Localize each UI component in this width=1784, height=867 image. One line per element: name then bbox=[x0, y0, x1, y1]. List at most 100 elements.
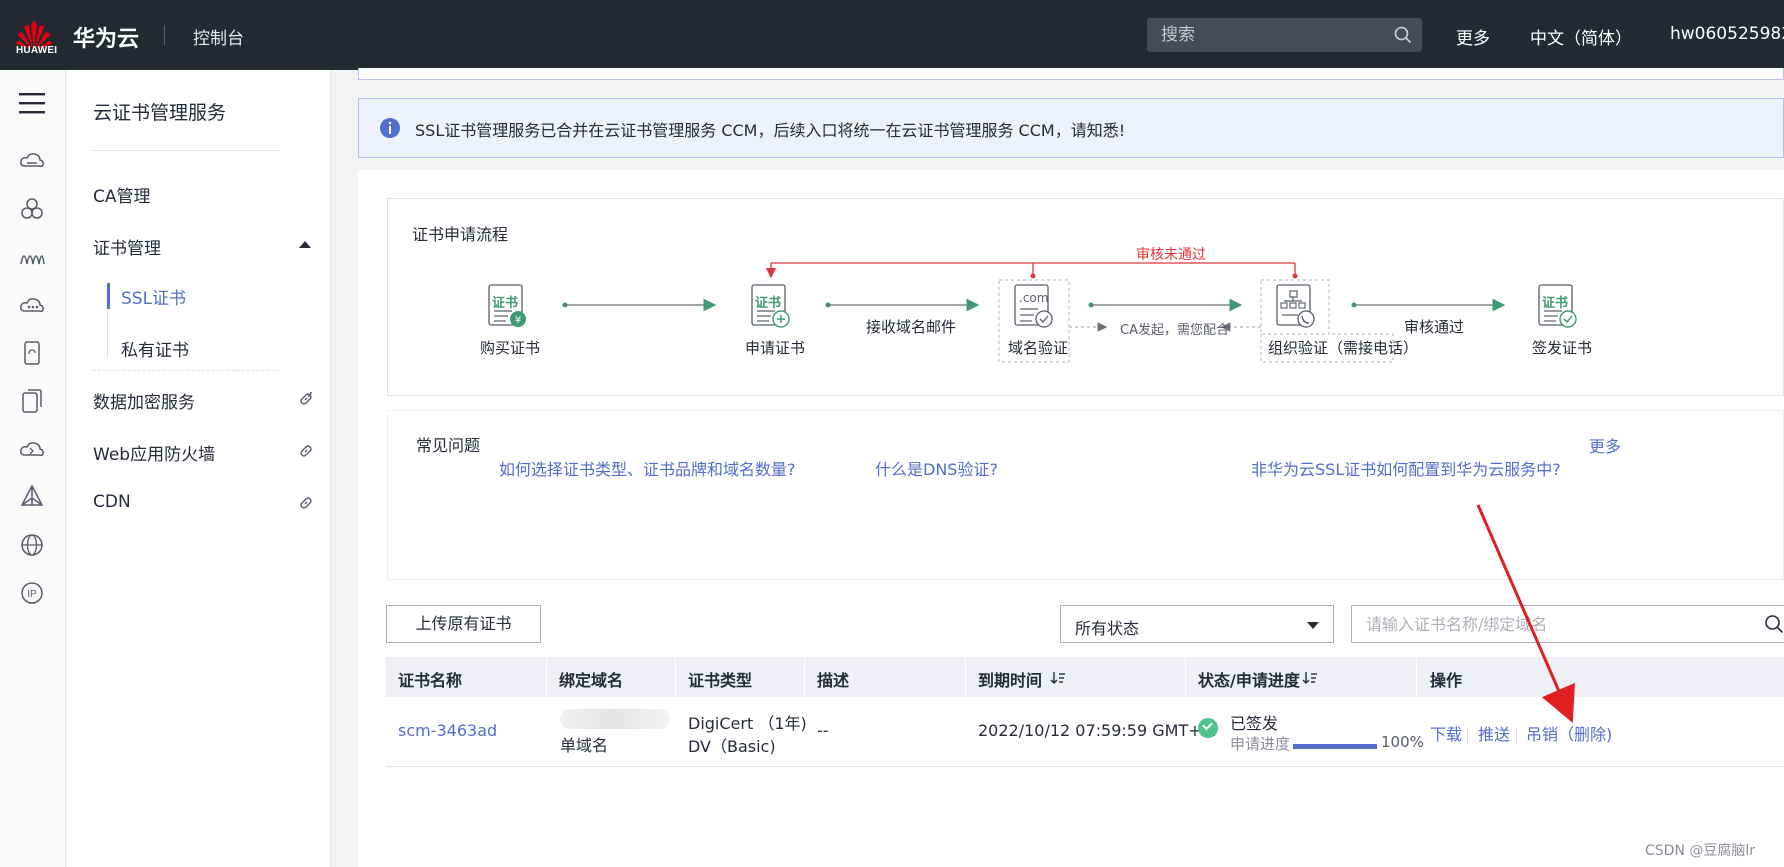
upload-cert-button[interactable]: 上传原有证书 bbox=[386, 605, 541, 643]
col-divider bbox=[546, 657, 547, 697]
sort-icon[interactable] bbox=[1302, 670, 1318, 686]
col-cert-name: 证书名称 bbox=[398, 671, 463, 690]
console-link[interactable]: 控制台 bbox=[193, 24, 244, 49]
main-content: SSL证书管理服务已合并在云证书管理服务 CCM，后续入口将统一在云证书管理服务… bbox=[331, 68, 1784, 867]
top-more-menu[interactable]: 更多 bbox=[1456, 24, 1490, 49]
submenu-line bbox=[107, 310, 108, 358]
nav-item-ssl-cert[interactable]: SSL证书 bbox=[121, 284, 186, 309]
cluster-icon[interactable] bbox=[19, 196, 45, 222]
step-domain-label: 域名验证 bbox=[1008, 339, 1069, 357]
col-expiry[interactable]: 到期时间 bbox=[978, 667, 1042, 691]
domain-type: 单域名 bbox=[560, 736, 609, 755]
step-apply-label: 申请证书 bbox=[745, 339, 806, 357]
faq-section: 常见问题 如何选择证书类型、证书品牌和域名数量? 什么是DNS验证? 非华为云S… bbox=[387, 410, 1784, 580]
com-icon-label: .com bbox=[1019, 291, 1049, 305]
user-account[interactable]: hw060525982 bbox=[1670, 24, 1784, 44]
faq-more-link[interactable]: 更多 bbox=[1589, 433, 1621, 457]
step-org-label: 组织验证（需接电话） bbox=[1268, 339, 1419, 357]
sort-icon[interactable] bbox=[1050, 670, 1066, 686]
cert-icon-label: 证书 bbox=[1542, 296, 1569, 311]
cert-expiry: 2022/10/12 07:59:59 GMT+... bbox=[978, 721, 1217, 740]
watermark: CSDN @豆腐脑lr bbox=[1645, 843, 1756, 859]
language-switcher[interactable]: 中文（简体） bbox=[1530, 24, 1632, 49]
network-icon[interactable] bbox=[19, 244, 45, 270]
col-divider bbox=[675, 657, 676, 697]
progress-bar bbox=[1293, 744, 1377, 749]
menu-icon[interactable] bbox=[19, 92, 45, 114]
cloud-storage-icon[interactable] bbox=[19, 292, 45, 318]
col-ops: 操作 bbox=[1430, 671, 1463, 690]
faq-link-dns[interactable]: 什么是DNS验证? bbox=[875, 456, 998, 480]
notice-text: SSL证书管理服务已合并在云证书管理服务 CCM，后续入口将统一在云证书管理服务… bbox=[415, 121, 1126, 140]
progress-fill bbox=[1293, 744, 1377, 749]
caret-up-icon[interactable] bbox=[299, 241, 311, 248]
cert-name-link[interactable]: scm-3463ad bbox=[398, 721, 497, 740]
status-filter-select[interactable]: 所有状态 bbox=[1060, 605, 1334, 643]
col-domain: 绑定域名 bbox=[559, 671, 624, 690]
copy-device-icon[interactable] bbox=[19, 388, 45, 414]
op-divider bbox=[1516, 728, 1517, 744]
col-cert-type: 证书类型 bbox=[688, 671, 753, 690]
arrow-email-label: 接收域名邮件 bbox=[866, 318, 957, 336]
nav-item-waf[interactable]: Web应用防火墙 bbox=[93, 440, 215, 465]
brand-name[interactable]: 华为云 bbox=[73, 21, 139, 53]
cert-icon-label: 证书 bbox=[492, 296, 519, 311]
svg-text:IP: IP bbox=[27, 589, 37, 600]
globe-icon[interactable] bbox=[19, 532, 45, 558]
service-title: 云证书管理服务 bbox=[93, 102, 227, 124]
active-indicator bbox=[107, 283, 110, 309]
arrow-apply-domain bbox=[825, 298, 980, 312]
phone-icon[interactable] bbox=[19, 340, 45, 366]
cloud-server-icon[interactable] bbox=[19, 148, 45, 174]
nav-item-cdn[interactable]: CDN bbox=[93, 492, 131, 512]
push-button[interactable]: 推送 bbox=[1478, 721, 1510, 745]
faq-title: 常见问题 bbox=[416, 436, 481, 455]
search-icon[interactable] bbox=[1394, 26, 1412, 44]
arrow-buy-apply bbox=[562, 298, 717, 312]
status-filter-value: 所有状态 bbox=[1075, 619, 1140, 638]
link-icon[interactable] bbox=[299, 444, 313, 458]
sidenav-divider bbox=[93, 150, 279, 151]
info-icon bbox=[380, 118, 400, 138]
col-divider bbox=[804, 657, 805, 697]
col-status[interactable]: 状态/申请进度 bbox=[1198, 667, 1300, 691]
cloud-icon[interactable] bbox=[19, 436, 45, 462]
cert-desc: -- bbox=[817, 721, 829, 740]
cert-type-line1: DigiCert （1年) bbox=[688, 714, 807, 733]
triangle-icon[interactable] bbox=[19, 484, 45, 510]
col-divider bbox=[965, 657, 966, 697]
download-button[interactable]: 下载 bbox=[1430, 721, 1462, 745]
search-icon[interactable] bbox=[1764, 614, 1784, 634]
cert-type-line2: DV（Basic) bbox=[688, 737, 776, 756]
svg-text:¥: ¥ bbox=[515, 315, 521, 326]
link-icon[interactable] bbox=[299, 496, 313, 510]
nav-item-private-cert[interactable]: 私有证书 bbox=[121, 336, 189, 361]
success-icon bbox=[1198, 718, 1218, 738]
faq-link-cert-type[interactable]: 如何选择证书类型、证书品牌和域名数量? bbox=[499, 456, 796, 480]
step-buy-label: 购买证书 bbox=[480, 339, 541, 357]
faq-link-external-ssl[interactable]: 非华为云SSL证书如何配置到华为云服务中? bbox=[1251, 456, 1561, 480]
cert-search-input[interactable] bbox=[1352, 606, 1652, 642]
nav-item-ca[interactable]: CA管理 bbox=[93, 182, 151, 207]
nav-item-cert-management[interactable]: 证书管理 bbox=[93, 234, 161, 259]
side-navigation: 云证书管理服务 CA管理 证书管理 SSL证书 私有证书 数据加密服务 Web应… bbox=[66, 70, 331, 867]
arrow-org-issue bbox=[1351, 298, 1506, 312]
cert-icon-label: 证书 bbox=[755, 296, 782, 311]
step-issue-label: 签发证书 bbox=[1532, 339, 1593, 357]
cert-apply-flow: 证书申请流程 ¥ 证书 证书 .com 证书 审核未通过 购买证书 申请证书 接… bbox=[387, 198, 1784, 396]
nav-item-encryption[interactable]: 数据加密服务 bbox=[93, 388, 195, 413]
ip-icon[interactable]: IP bbox=[19, 580, 45, 606]
arrow-approved-label: 审核通过 bbox=[1404, 318, 1465, 336]
global-search[interactable] bbox=[1147, 18, 1422, 52]
table-header: 证书名称 绑定域名 证书类型 描述 到期时间 状态/申请进度 操作 bbox=[386, 657, 1784, 697]
revoke-button[interactable]: 吊销（删除) bbox=[1526, 721, 1612, 745]
cert-search[interactable] bbox=[1351, 605, 1784, 643]
table-row: scm-3463ad 单域名 DigiCert （1年) DV（Basic) -… bbox=[386, 697, 1784, 767]
service-rail: IP bbox=[0, 70, 66, 867]
col-desc: 描述 bbox=[817, 671, 850, 690]
op-divider bbox=[1467, 728, 1468, 744]
cert-status: 已签发 bbox=[1230, 714, 1279, 733]
link-icon[interactable] bbox=[299, 392, 313, 406]
flow-diagram: ¥ bbox=[488, 262, 1577, 363]
global-search-input[interactable] bbox=[1147, 18, 1387, 52]
